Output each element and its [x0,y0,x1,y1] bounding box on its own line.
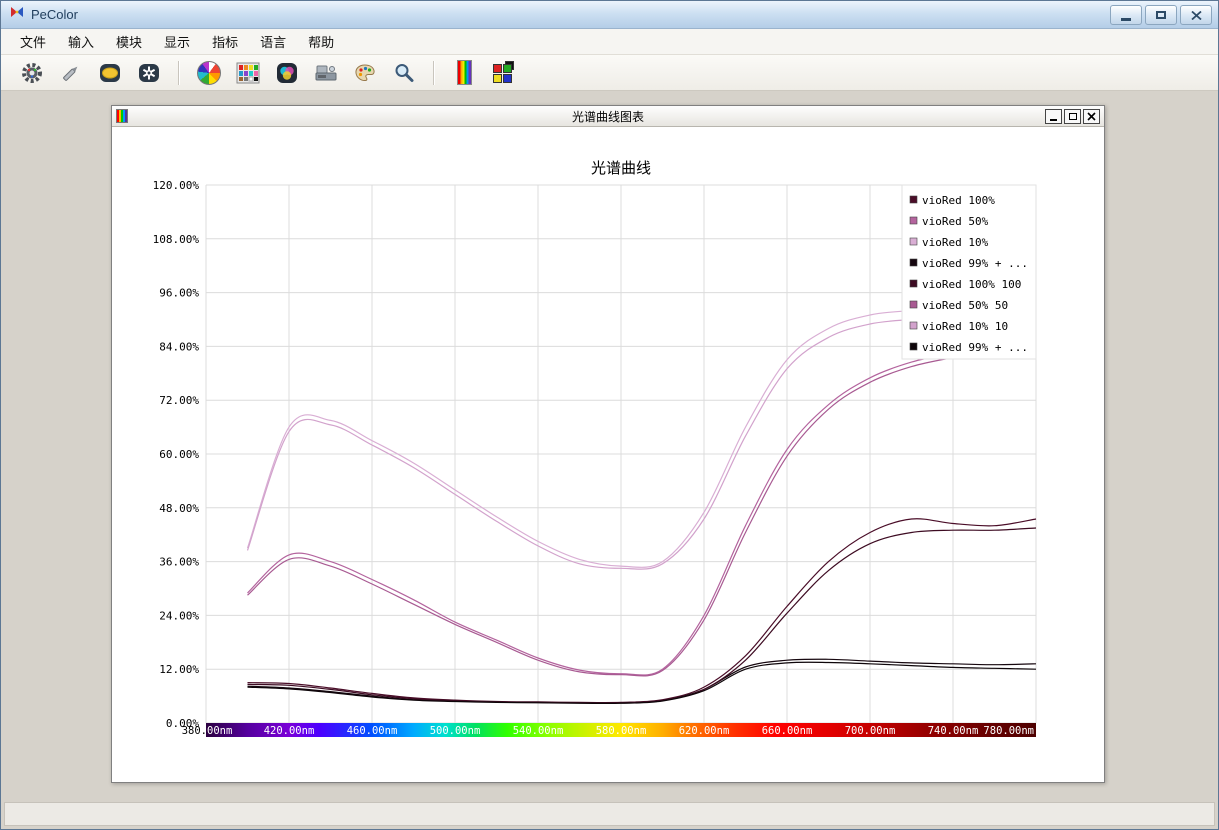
chart-minimize-button[interactable] [1045,109,1062,124]
menu-input[interactable]: 输入 [57,28,105,55]
svg-text:vioRed 100% 100: vioRed 100% 100 [922,278,1021,291]
machine-icon [314,61,338,85]
spectral-curve-chart: 0.00%12.00%24.00%36.00%48.00%60.00%72.00… [112,127,1104,782]
settings-gear-icon [20,61,44,85]
chart-window-title: 光谱曲线图表 [112,108,1104,125]
app-window: PeColor 文件 输入 模块 显示 指标 语言 帮助 [0,0,1219,830]
titlebar[interactable]: PeColor [1,1,1218,29]
menu-display[interactable]: 显示 [153,28,201,55]
minimize-button[interactable] [1110,5,1142,25]
settings-gear-button[interactable] [17,59,47,87]
magnifier-icon [392,61,416,85]
magnifier-button[interactable] [389,59,419,87]
color-squares-icon [492,61,515,84]
app-icon [9,4,25,25]
minimize-icon [1050,119,1057,121]
sun-flower-icon [137,61,161,85]
svg-text:580.00nm: 580.00nm [596,725,647,737]
svg-text:660.00nm: 660.00nm [762,725,813,737]
chart-maximize-button[interactable] [1064,109,1081,124]
cmy-circles-button[interactable] [272,59,302,87]
svg-text:vioRed 50% 50: vioRed 50% 50 [922,299,1008,312]
svg-text:vioRed 10%: vioRed 10% [922,236,989,249]
color-table-button[interactable] [233,59,263,87]
svg-text:700.00nm: 700.00nm [845,725,896,737]
window-controls [1110,5,1212,25]
rainbow-bar-button[interactable] [449,59,479,87]
svg-text:72.00%: 72.00% [159,394,199,407]
svg-text:460.00nm: 460.00nm [347,725,398,737]
svg-text:vioRed 100%: vioRed 100% [922,194,995,207]
minimize-icon [1121,18,1131,21]
color-table-icon [236,62,260,84]
maximize-button[interactable] [1145,5,1177,25]
chart-window-titlebar[interactable]: 光谱曲线图表 [112,106,1104,127]
chart-close-button[interactable] [1083,109,1100,124]
sun-flower-button[interactable] [134,59,164,87]
app-title: PeColor [31,7,78,22]
close-icon [1191,11,1202,20]
machine-button[interactable] [311,59,341,87]
close-icon [1087,112,1096,121]
svg-text:光谱曲线: 光谱曲线 [591,160,651,177]
menu-bar: 文件 输入 模块 显示 指标 语言 帮助 [1,29,1218,55]
toolbar-separator [178,61,180,85]
cmy-circles-icon [275,61,299,85]
pen-icon [59,61,83,85]
svg-text:120.00%: 120.00% [153,179,200,192]
maximize-icon [1069,113,1077,120]
chart-window: 光谱曲线图表 0.00%12.00%24.00%36.00%48.00%60.0… [111,105,1105,783]
svg-text:380.: 380. [182,725,207,737]
svg-text:vioRed 50%: vioRed 50% [922,215,989,228]
svg-text:84.00%: 84.00% [159,340,199,353]
svg-text:60.00%: 60.00% [159,448,199,461]
svg-text:108.00%: 108.00% [153,233,200,246]
svg-text:740.00nm: 740.00nm [928,725,979,737]
svg-text:vioRed 99% + ...: vioRed 99% + ... [922,257,1028,270]
svg-text:96.00%: 96.00% [159,287,199,300]
menu-module[interactable]: 模块 [105,28,153,55]
svg-text:24.00%: 24.00% [159,609,199,622]
color-wheel-button[interactable] [194,59,224,87]
svg-text:420.00nm: 420.00nm [264,725,315,737]
close-button[interactable] [1180,5,1212,25]
chart-window-controls [1045,109,1100,124]
mdi-client-area: 光谱曲线图表 0.00%12.00%24.00%36.00%48.00%60.0… [1,91,1218,829]
svg-text:12.00%: 12.00% [159,663,199,676]
svg-text:620.00nm: 620.00nm [679,725,730,737]
status-bar [4,802,1215,826]
svg-text:48.00%: 48.00% [159,502,199,515]
menu-metrics[interactable]: 指标 [201,28,249,55]
color-wheel-icon [197,61,221,85]
svg-text:500.00nm: 500.00nm [430,725,481,737]
palette-button[interactable] [350,59,380,87]
svg-text:540.00nm: 540.00nm [513,725,564,737]
capsule-light-button[interactable] [95,59,125,87]
palette-icon [353,61,377,85]
capsule-light-icon [98,61,122,85]
menu-help[interactable]: 帮助 [297,28,345,55]
svg-text:vioRed 99% + ...: vioRed 99% + ... [922,341,1028,354]
menu-file[interactable]: 文件 [9,28,57,55]
menu-language[interactable]: 语言 [249,28,297,55]
rainbow-bar-icon [457,60,472,85]
svg-text:vioRed 10% 10: vioRed 10% 10 [922,320,1008,333]
svg-text:780.00nm: 780.00nm [983,725,1034,737]
toolbar [1,55,1218,91]
svg-text:00nm: 00nm [207,725,232,737]
pen-button[interactable] [56,59,86,87]
svg-text:36.00%: 36.00% [159,556,199,569]
maximize-icon [1156,11,1166,19]
toolbar-separator [433,61,435,85]
color-squares-button[interactable] [488,59,518,87]
